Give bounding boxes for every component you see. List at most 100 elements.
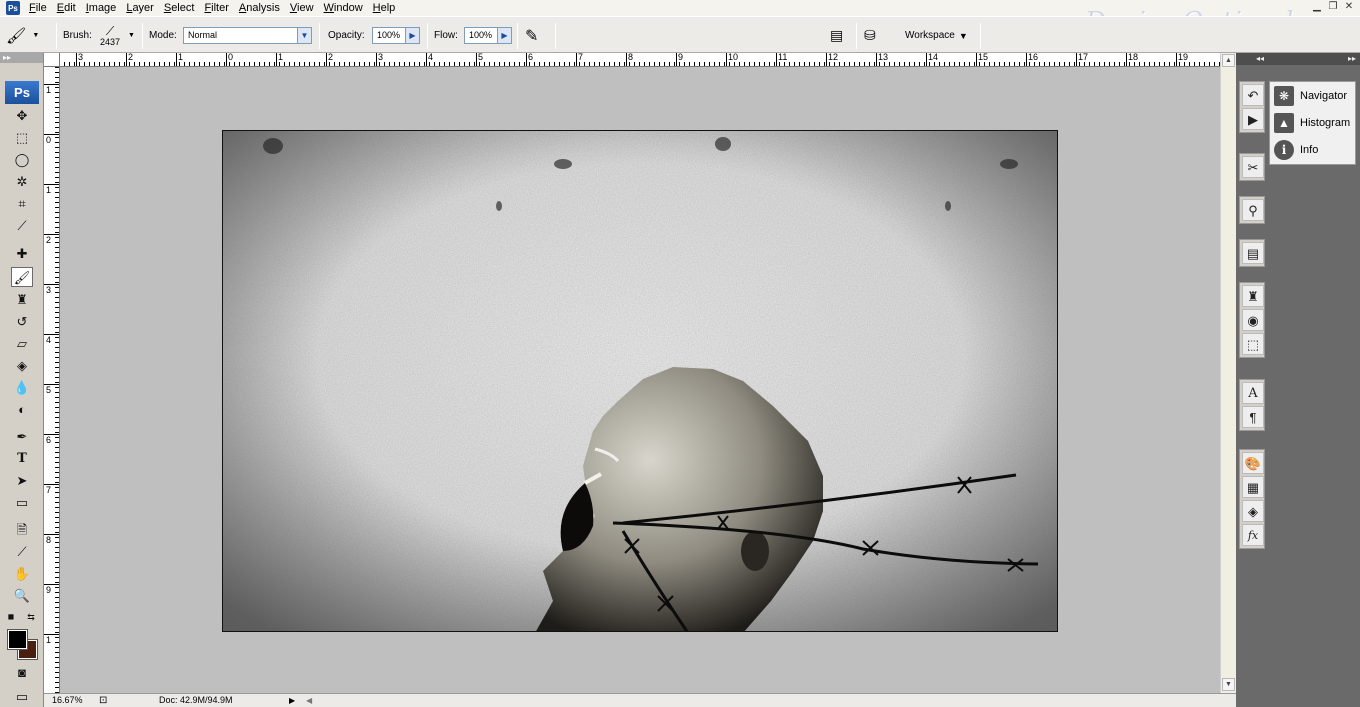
status-menu-icon[interactable]: ⊡	[99, 694, 107, 707]
styles-fx-icon[interactable]: fx	[1242, 524, 1264, 546]
bridge-button[interactable]: ⛁	[864, 17, 876, 54]
scroll-down-icon[interactable]: ▼	[1222, 678, 1235, 691]
app-icon[interactable]: Ps	[6, 1, 20, 15]
divider	[980, 23, 981, 49]
color-sampler-tool-icon[interactable]: ⟋	[11, 542, 33, 562]
document-image[interactable]	[222, 130, 1058, 632]
panel-item-navigator[interactable]: ❋ Navigator	[1270, 82, 1355, 109]
marquee-tool-icon[interactable]: ⬚	[11, 128, 33, 148]
panel-item-histogram[interactable]: ▲ Histogram	[1270, 109, 1355, 136]
swatches-panel-icon[interactable]: ▦	[1242, 476, 1264, 498]
blur-tool-icon[interactable]: 💧	[11, 378, 33, 398]
ruler-tick	[226, 53, 227, 66]
menu-window[interactable]: Window	[319, 0, 368, 16]
history-brush-tool-icon[interactable]: ↺	[11, 312, 33, 332]
flow-field[interactable]: 100% ▶	[464, 17, 512, 54]
clone-source-icon[interactable]: ♜	[1242, 285, 1264, 307]
palette-well-button[interactable]: ▤	[830, 17, 843, 54]
divider	[319, 23, 320, 49]
paragraph-panel-icon[interactable]: ¶	[1242, 406, 1264, 428]
magic-wand-tool-icon[interactable]: ✲	[11, 172, 33, 192]
masks-panel-icon[interactable]: ◉	[1242, 309, 1264, 331]
menu-filter[interactable]: Filter	[199, 0, 233, 16]
layers-panel-icon[interactable]: ◈	[1242, 500, 1264, 522]
paint-bucket-tool-icon[interactable]: ◈	[11, 356, 33, 376]
layer-comps-icon[interactable]: ▤	[1242, 242, 1264, 264]
ruler-number: 1	[46, 635, 52, 645]
chevron-down-icon: ▼	[958, 30, 968, 41]
ruler-tick	[776, 53, 777, 66]
pen-tool-icon[interactable]: ✒	[11, 427, 33, 447]
hand-tool-icon[interactable]: ✋	[11, 564, 33, 584]
menu-help[interactable]: Help	[368, 0, 401, 16]
ruler-number: 8	[628, 53, 634, 62]
history-panel-icon[interactable]: ↶	[1242, 84, 1264, 106]
healing-brush-tool-icon[interactable]: ✚	[11, 244, 33, 264]
actions-panel-icon[interactable]: ▶	[1242, 108, 1264, 130]
mode-select[interactable]: Normal ▼	[183, 17, 312, 54]
scroll-up-icon[interactable]: ▲	[1222, 54, 1235, 67]
doc-size: Doc: 42.9M/94.9M	[159, 695, 233, 705]
chevron-right-icon: ▶	[406, 27, 420, 44]
clone-stamp-tool-icon[interactable]: ♜	[11, 290, 33, 310]
ruler-number: 18	[1128, 53, 1139, 62]
character-panel-icon[interactable]: A	[1242, 382, 1264, 404]
collapse-icon[interactable]: ◂◂	[1236, 53, 1268, 65]
workspace-menu[interactable]: Workspace ▼	[905, 17, 968, 54]
chevron-down-icon[interactable]: ▼	[128, 32, 135, 39]
shape-tool-icon[interactable]: ▭	[11, 493, 33, 513]
move-tool-icon[interactable]: ✥	[11, 106, 33, 126]
color-panel-icon[interactable]: 🎨	[1242, 452, 1264, 474]
chevron-right-icon: ▶	[498, 27, 512, 44]
menu-edit[interactable]: Edit	[52, 0, 81, 16]
path-selection-tool-icon[interactable]: ➤	[11, 471, 33, 491]
type-tool-icon[interactable]: T	[11, 449, 33, 469]
menu-layer[interactable]: Layer	[121, 0, 159, 16]
transform-icon[interactable]: ⬚	[1242, 333, 1264, 355]
lasso-tool-icon[interactable]: ◯	[11, 150, 33, 170]
brush-picker[interactable]: ⟋ 2437	[100, 17, 120, 54]
brushes-panel-icon[interactable]: ⚲	[1242, 199, 1264, 221]
ruler-number: 7	[578, 53, 584, 62]
notes-tool-icon[interactable]: 🗎	[11, 520, 33, 540]
zoom-tool-icon[interactable]: 🔍	[11, 586, 33, 606]
ruler-origin[interactable]	[44, 53, 60, 67]
default-colors-icon[interactable]: ◼	[5, 611, 17, 623]
zoom-level[interactable]: 16.67%	[52, 694, 83, 707]
opacity-field[interactable]: 100% ▶	[372, 17, 420, 54]
panel-dock-expanded: ▸▸ ❋ Navigator ▲ Histogram i Info	[1268, 53, 1360, 707]
panel-item-info[interactable]: i Info	[1270, 136, 1355, 163]
menu-view[interactable]: View	[285, 0, 319, 16]
ps-logo[interactable]: Ps	[5, 81, 39, 104]
airbrush-toggle[interactable]: ✎	[525, 17, 538, 54]
toolbox-grip[interactable]: ▸▸	[0, 53, 43, 63]
divider	[142, 23, 143, 49]
menu-file[interactable]: File	[24, 0, 52, 16]
canvas-area[interactable]	[60, 67, 1220, 693]
tool-preset-picker[interactable]: 🖌 ▼	[6, 17, 39, 54]
scroll-left-icon[interactable]: ◀	[306, 694, 312, 707]
menu-analysis[interactable]: Analysis	[234, 0, 285, 16]
brush-tool-icon[interactable]: 🖌	[11, 267, 33, 287]
dock-group: 🎨 ▦ ◈ fx	[1239, 449, 1265, 549]
dodge-tool-icon[interactable]: ◐	[11, 400, 33, 420]
status-arrow-icon[interactable]: ▶	[289, 694, 295, 707]
quick-mask-icon[interactable]: ◙	[11, 663, 33, 683]
expand-icon[interactable]: ▸▸	[1268, 53, 1360, 65]
toolbox: ▸▸ Ps ✥ ⬚ ◯ ✲ ⌗ ⟋ ✚ 🖌 ♜ ↺ ▱ ◈ 💧 ◐ ✒ T ➤ …	[0, 53, 44, 707]
menu-select[interactable]: Select	[159, 0, 200, 16]
menu-image[interactable]: Image	[81, 0, 122, 16]
vertical-scrollbar[interactable]: ▲ ▼	[1220, 53, 1236, 693]
swap-colors-icon[interactable]: ⇆	[25, 611, 37, 623]
screen-mode-icon[interactable]: ▭	[11, 687, 33, 707]
foreground-color-swatch[interactable]	[7, 629, 28, 650]
chevron-down-icon: ▼	[32, 32, 40, 39]
eraser-tool-icon[interactable]: ▱	[11, 334, 33, 354]
divider	[555, 23, 556, 49]
crop-tool-icon[interactable]: ⌗	[11, 194, 33, 214]
ruler-tick	[1176, 53, 1177, 66]
ruler-tick	[426, 53, 427, 66]
tool-presets-icon[interactable]: ✂	[1242, 156, 1264, 178]
dock-group: ↶ ▶	[1239, 81, 1265, 133]
eyedropper-tool-icon[interactable]: ⟋	[11, 216, 33, 236]
